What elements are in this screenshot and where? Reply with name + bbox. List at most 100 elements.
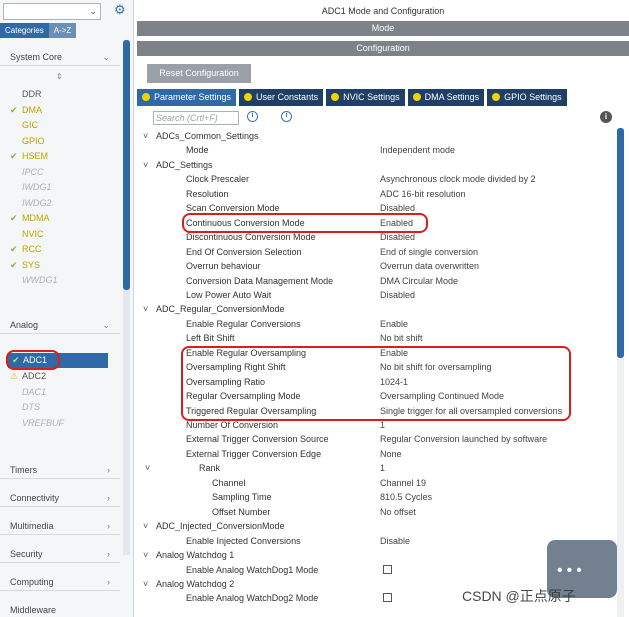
- tree-param-row[interactable]: External Trigger Conversion Source Regula…: [137, 432, 612, 446]
- periph-dma[interactable]: ✔ DMA: [10, 103, 42, 117]
- tree-param-row[interactable]: Conversion Data Management Mode DMA Circu…: [137, 274, 612, 288]
- configuration-section-header[interactable]: Configuration: [137, 41, 629, 56]
- periph-nvic[interactable]: NVIC: [10, 227, 44, 241]
- tree-param-row[interactable]: Resolution ADC 16-bit resolution: [137, 187, 612, 201]
- periph-gic[interactable]: GIC: [10, 118, 38, 132]
- periph-dts[interactable]: DTS: [10, 400, 40, 414]
- expand-caret-icon[interactable]: ˅: [143, 302, 148, 316]
- periph-sys[interactable]: ✔ SYS: [10, 258, 40, 272]
- group-multimedia[interactable]: Multimedia ›: [0, 517, 120, 535]
- periph-rcc[interactable]: ✔ RCC: [10, 242, 42, 256]
- periph-iwdg1[interactable]: IWDG1: [10, 180, 52, 194]
- status-dot-icon: [331, 93, 340, 101]
- tree-param-row[interactable]: Left Bit Shift No bit shift: [137, 331, 612, 345]
- group-timers[interactable]: Timers ›: [0, 461, 120, 479]
- param-value[interactable]: Independent mode: [380, 143, 455, 157]
- tab-categories[interactable]: Categories: [0, 23, 49, 38]
- reset-configuration-button[interactable]: Reset Configuration: [147, 64, 251, 83]
- tree-group-row[interactable]: ˅ ADC_Regular_ConversionMode: [137, 302, 612, 316]
- periph-ddr[interactable]: DDR: [10, 87, 42, 101]
- tab-parameter-settings[interactable]: Parameter Settings: [137, 89, 237, 106]
- check-icon: ✔: [10, 151, 18, 161]
- param-value[interactable]: Disable: [380, 534, 410, 548]
- param-value[interactable]: 810.5 Cycles: [380, 490, 432, 504]
- param-name: Analog Watchdog 2: [156, 578, 235, 589]
- tree-group-row[interactable]: ˅ ADC_Settings: [137, 158, 612, 172]
- param-value[interactable]: [383, 591, 392, 605]
- param-name: Mode: [186, 145, 209, 156]
- chevron-down-icon[interactable]: ⌄: [89, 6, 97, 17]
- left-scrollbar[interactable]: [123, 40, 130, 555]
- tree-param-row[interactable]: Channel Channel 19: [137, 476, 612, 490]
- category-tabs: Categories A->Z: [0, 23, 77, 38]
- tree-param-row[interactable]: Sampling Time 810.5 Cycles: [137, 490, 612, 504]
- param-value[interactable]: DMA Circular Mode: [380, 274, 458, 288]
- peripheral-search-input[interactable]: ⌄: [3, 3, 101, 20]
- tree-param-row[interactable]: Mode Independent mode: [137, 143, 612, 157]
- sort-icon[interactable]: ⇕: [56, 72, 63, 81]
- tree-param-row[interactable]: Low Power Auto Wait Disabled: [137, 288, 612, 302]
- param-value[interactable]: Overrun data overwritten: [380, 259, 479, 273]
- param-name: Enable Analog WatchDog1 Mode: [186, 564, 319, 575]
- tree-param-row[interactable]: ˅ Rank 1: [137, 461, 612, 475]
- tree-param-row[interactable]: Enable Injected Conversions Disable: [137, 534, 612, 548]
- param-value[interactable]: Disabled: [380, 288, 415, 302]
- checkbox[interactable]: [383, 564, 392, 574]
- param-value[interactable]: End of single conversion: [380, 245, 478, 259]
- periph-hsem[interactable]: ✔ HSEM: [10, 149, 48, 163]
- mode-section-header[interactable]: Mode: [137, 21, 629, 36]
- info-icon[interactable]: i: [600, 111, 612, 123]
- periph-ipcc[interactable]: IPCC: [10, 165, 44, 179]
- param-value[interactable]: No offset: [380, 505, 416, 519]
- param-value[interactable]: 1: [380, 461, 385, 475]
- expand-caret-icon[interactable]: ˅: [143, 129, 148, 143]
- tree-param-row[interactable]: End Of Conversion Selection End of single…: [137, 245, 612, 259]
- tree-group-row[interactable]: ˅ ADC_Injected_ConversionMode: [137, 519, 612, 533]
- param-value[interactable]: ADC 16-bit resolution: [380, 187, 466, 201]
- checkbox[interactable]: [383, 593, 392, 603]
- parameter-scrollbar[interactable]: [617, 128, 624, 617]
- tree-param-row[interactable]: Enable Regular Conversions Enable: [137, 317, 612, 331]
- tab-user-constants[interactable]: User Constants: [239, 89, 324, 106]
- expand-caret-icon[interactable]: ˅: [143, 519, 148, 533]
- expand-caret-icon[interactable]: ˅: [143, 577, 148, 591]
- periph-dac1[interactable]: DAC1: [10, 385, 46, 399]
- param-value[interactable]: No bit shift: [380, 331, 423, 345]
- tab-dma-settings[interactable]: DMA Settings: [407, 89, 485, 106]
- periph-adc2[interactable]: ⚠ ADC2: [10, 369, 46, 383]
- param-value[interactable]: Channel 19: [380, 476, 426, 490]
- group-analog[interactable]: Analog ⌄: [0, 316, 120, 334]
- parameter-search-input[interactable]: Search (Crtl+F): [153, 111, 239, 125]
- group-computing[interactable]: Computing ›: [0, 573, 120, 591]
- periph-iwdg2[interactable]: IWDG2: [10, 196, 52, 210]
- tree-param-row[interactable]: External Trigger Conversion Edge None: [137, 447, 612, 461]
- expand-caret-icon[interactable]: ˅: [145, 461, 150, 475]
- param-value[interactable]: Regular Conversion launched by software: [380, 432, 547, 446]
- periph-gpio[interactable]: GPIO: [10, 134, 45, 148]
- group-system-core[interactable]: System Core ⌄: [0, 48, 120, 66]
- tab-a-z[interactable]: A->Z: [48, 23, 77, 38]
- param-value[interactable]: [383, 563, 392, 577]
- search-previous-icon[interactable]: i: [247, 111, 258, 122]
- tab-gpio-settings[interactable]: GPIO Settings: [487, 89, 567, 106]
- group-connectivity[interactable]: Connectivity ›: [0, 489, 120, 507]
- expand-caret-icon[interactable]: ˅: [143, 158, 148, 172]
- group-security[interactable]: Security ›: [0, 545, 120, 563]
- param-value[interactable]: Asynchronous clock mode divided by 2: [380, 172, 536, 186]
- group-middleware[interactable]: Middleware: [0, 601, 120, 617]
- tree-param-row[interactable]: Clock Prescaler Asynchronous clock mode d…: [137, 172, 612, 186]
- search-next-icon[interactable]: i: [281, 111, 292, 122]
- param-value[interactable]: None: [380, 447, 402, 461]
- tab-nvic-settings[interactable]: NVIC Settings: [326, 89, 405, 106]
- tree-param-row[interactable]: Offset Number No offset: [137, 505, 612, 519]
- gear-icon[interactable]: ⚙: [114, 2, 126, 18]
- tree-param-row[interactable]: Enable Analog WatchDog1 Mode: [137, 563, 612, 577]
- periph-mdma[interactable]: ✔ MDMA: [10, 211, 50, 225]
- periph-wwdg1[interactable]: WWDG1: [10, 273, 58, 287]
- tree-param-row[interactable]: Overrun behaviour Overrun data overwritte…: [137, 259, 612, 273]
- tree-group-row[interactable]: ˅ Analog Watchdog 1: [137, 548, 612, 562]
- tree-group-row[interactable]: ˅ ADCs_Common_Settings: [137, 129, 612, 143]
- param-value[interactable]: Enable: [380, 317, 408, 331]
- expand-caret-icon[interactable]: ˅: [143, 548, 148, 562]
- periph-vrefbuf[interactable]: VREFBUF: [10, 416, 64, 430]
